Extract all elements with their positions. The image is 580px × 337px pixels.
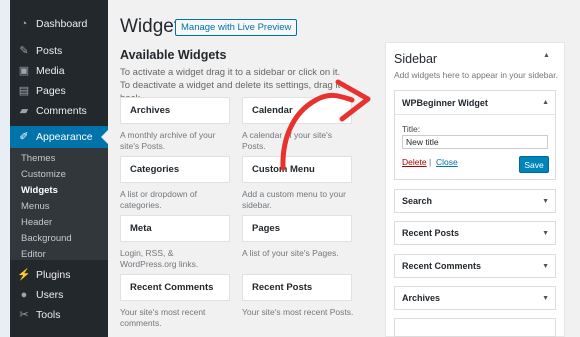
caret-up-icon[interactable]: ▲ [543,52,550,59]
submenu-editor[interactable]: Editor [21,249,46,260]
submenu-header[interactable]: Header [21,217,52,228]
dashboard-icon: ◔ [20,18,28,30]
menu-label: Comments [36,105,87,117]
widget-categories[interactable]: Categories [120,156,230,183]
menu-label: Plugins [36,269,71,281]
sidebar-widget-partial[interactable] [394,318,556,337]
widget-pages[interactable]: Pages [242,215,352,242]
title-field-label: Title: [402,124,421,134]
menu-item-users[interactable]: ● Users [10,284,108,306]
admin-sidebar: ◔ Dashboard ✎ Posts ▣ Media ▤ Pages ▰ Comment… [10,0,108,337]
widget-meta[interactable]: Meta [120,215,230,242]
submenu-background[interactable]: Background [21,233,72,244]
manage-live-preview-button[interactable]: Manage with Live Preview [175,19,298,36]
close-link[interactable]: Close [436,157,458,167]
widget-calendar[interactable]: Calendar [242,97,352,124]
widget-custom-menu[interactable]: Custom Menu [242,156,352,183]
widget-description: A calendar of your site's Posts. [242,130,332,151]
appearance-submenu: Themes Customize Widgets Menus Header Ba… [10,148,108,260]
delete-link[interactable]: Delete [402,157,427,167]
menu-item-plugins[interactable]: ⚡ Plugins [10,264,108,286]
wpbeginner-widget-title[interactable]: WPBeginner Widget [395,91,555,115]
menu-label: Dashboard [36,18,88,30]
title-input[interactable]: New title [402,135,548,149]
widget-label: Recent Comments [402,261,482,271]
widget-description: A list or dropdown of categories. [120,189,198,210]
menu-label: Tools [36,309,61,321]
caret-down-icon: ▼ [542,295,549,302]
widget-description: Login, RSS, & WordPress.org links. [120,248,199,269]
sidebar-description: Add widgets here to appear in your sideb… [394,70,558,80]
widget-recent-comments[interactable]: Recent Comments [120,274,230,301]
sidebar-title[interactable]: Sidebar [394,52,437,66]
submenu-customize[interactable]: Customize [21,169,66,180]
sidebar-widget-archives[interactable]: Archives ▼ [394,286,556,310]
widget-description: Add a custom menu to your sidebar. [242,189,346,210]
menu-item-tools[interactable]: ✂ Tools [10,304,108,326]
caret-down-icon: ▼ [542,230,549,237]
caret-down-icon: ▼ [542,263,549,270]
widget-recent-posts[interactable]: Recent Posts [242,274,352,301]
menu-label: Posts [36,45,63,57]
brush-icon: ✐ [19,131,29,143]
sidebar-widget-recent-posts[interactable]: Recent Posts ▼ [394,221,556,245]
widget-description: Your site's most recent Posts. [242,307,354,317]
pin-icon: ✎ [19,45,29,57]
comments-icon: ▰ [19,105,29,117]
wp-admin-window: ◔ Dashboard ✎ Posts ▣ Media ▤ Pages ▰ Comment… [10,0,580,337]
sidebar-widget-search[interactable]: Search ▼ [394,189,556,213]
menu-label: Pages [36,85,66,97]
menu-label: Media [36,65,65,77]
menu-item-appearance[interactable]: ✐ Appearance [10,126,108,148]
pages-icon: ▤ [18,85,30,97]
menu-label: Users [36,289,64,301]
menu-item-dashboard[interactable]: ◔ Dashboard [10,13,108,35]
menu-item-posts[interactable]: ✎ Posts [10,40,108,62]
widget-description: Your site's most recent comments. [120,307,206,328]
submenu-menus[interactable]: Menus [21,201,50,212]
sidebar-widget-recent-comments[interactable]: Recent Comments ▼ [394,254,556,278]
media-icon: ▣ [18,65,30,77]
widget-label: Archives [402,293,441,303]
menu-label: Appearance [36,131,93,143]
submenu-themes[interactable]: Themes [21,153,55,164]
caret-up-icon[interactable]: ▲ [542,99,549,106]
widget-label: Recent Posts [402,228,460,238]
wrench-icon: ✂ [19,309,29,321]
menu-item-comments[interactable]: ▰ Comments [10,100,108,122]
menu-item-media[interactable]: ▣ Media [10,60,108,82]
menu-item-pages[interactable]: ▤ Pages [10,80,108,102]
users-icon: ● [20,289,28,301]
plug-icon: ⚡ [17,269,31,281]
wpbeginner-widget: WPBeginner Widget ▲ Title: New title Del… [394,90,556,180]
widget-description: A list of your site's Pages. [242,248,339,258]
save-button[interactable]: Save [519,156,549,173]
submenu-widgets[interactable]: Widgets [21,185,58,196]
available-widgets-title: Available Widgets [120,48,227,62]
link-separator: | [429,157,432,167]
widget-label: Search [402,196,433,206]
widget-description: A monthly archive of your site's Posts. [120,130,216,151]
caret-down-icon: ▼ [542,198,549,205]
widget-archives[interactable]: Archives [120,97,230,124]
